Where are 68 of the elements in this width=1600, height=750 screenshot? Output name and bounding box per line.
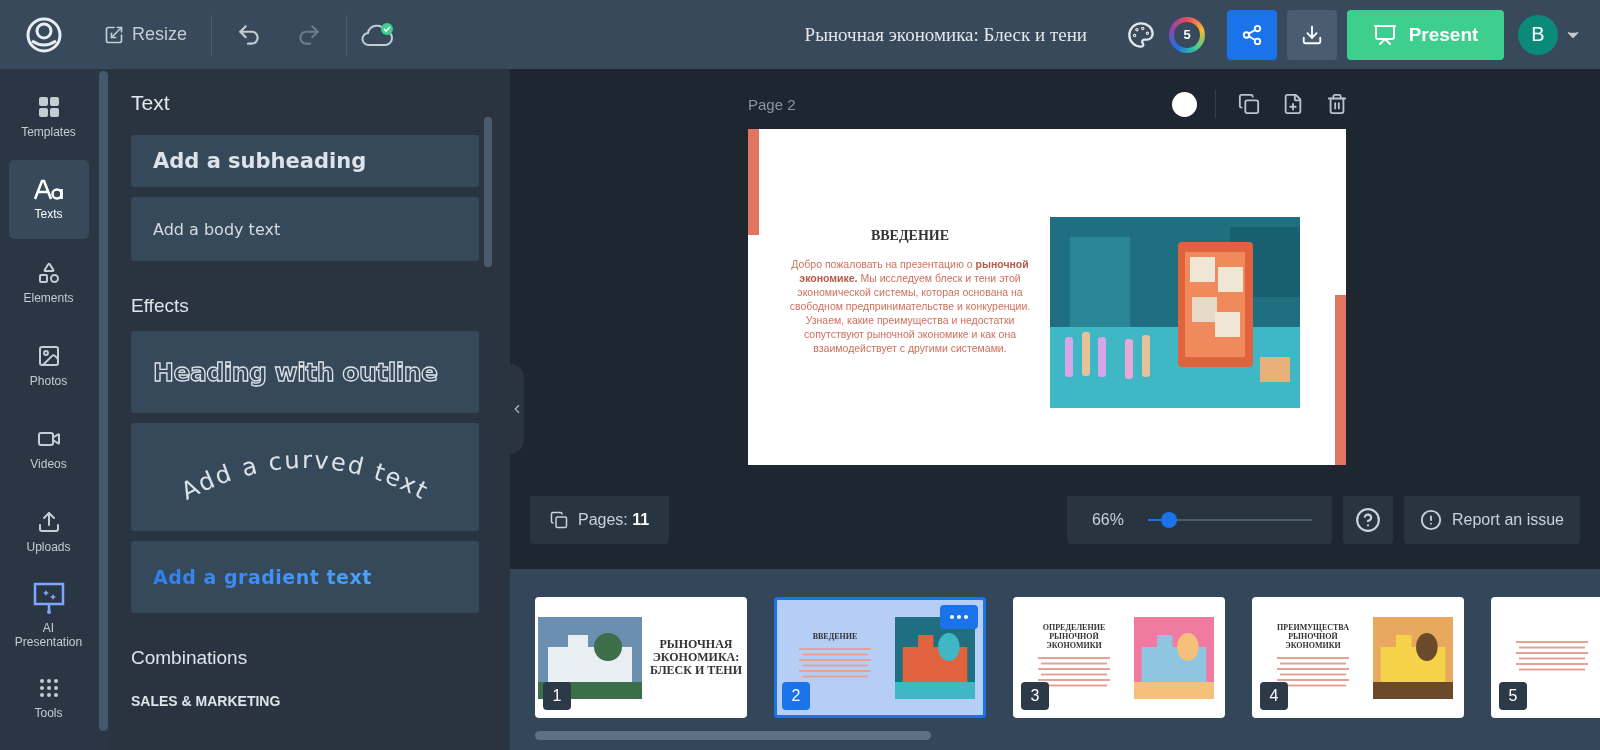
duplicate-icon[interactable] [1238,93,1260,115]
slider-thumb[interactable] [1161,511,1178,528]
scrollbar[interactable] [484,117,492,267]
download-button[interactable] [1287,9,1337,60]
page-number: 2 [782,682,810,710]
upload-icon [36,509,61,534]
zoom-reading: 66% [1091,510,1124,529]
delete-icon[interactable] [1326,93,1348,115]
slide-thumbnail[interactable]: РЫНОЧНАЯ ЭКОНОМИКА: БЛЕСК И ТЕНИ 1 [535,597,747,718]
slide-thumbnail[interactable]: 5 [1491,597,1600,718]
section-heading: Combinations [131,647,249,669]
curved-text-option[interactable]: Add a curved text [131,423,479,531]
body-text-option[interactable]: Add a body text [131,197,479,261]
presentation-board-icon [31,580,66,615]
sidebar-tab[interactable]: Photos [8,326,89,405]
shapes-icon [36,260,61,285]
page-number: 1 [543,682,571,710]
scrollbar[interactable] [99,71,108,731]
user-avatar[interactable]: B [1518,14,1558,55]
pages-icon [550,510,568,529]
curved-text: Add a curved text [170,442,440,512]
help-icon [1354,506,1381,533]
slide-title: РЫНОЧНАЯ ЭКОНОМИКА: БЛЕСК И ТЕНИ [649,637,743,678]
sidebar-tab[interactable]: Tools [8,658,89,737]
sidebar-tab[interactable]: Templates [8,77,89,156]
subheading-text-option[interactable]: Add a subheading [131,135,479,187]
sidebar-tab[interactable]: Texts [8,160,89,239]
panel-title: Text [131,91,171,115]
help-button[interactable] [1342,495,1393,544]
sidebar-tab[interactable]: AI Presentation [8,575,89,654]
page-number: 4 [1260,682,1288,710]
slide-title: ВВЕДЕНИЕ [812,633,858,642]
page-label: Page 2 [748,95,796,113]
slide-title: ВВЕДЕНИЕ [870,228,950,245]
cloud-saved-icon [361,20,396,49]
alert-icon [1419,508,1442,531]
share-icon [1241,23,1263,46]
document-title: Рыночная экономика: Блеск и тени [804,23,1087,46]
text-style-icon [33,178,64,201]
presentation-icon [1372,22,1397,47]
page-number: 5 [1499,682,1527,710]
scrollbar[interactable] [535,731,931,740]
page-number: 3 [1021,682,1049,710]
pages-button[interactable]: Pages: 11 [530,495,670,544]
section-heading: Effects [131,295,190,317]
image-icon [36,343,61,368]
slide-paragraph: Добро пожаловать на презентацию о рыночной экономике. Мы исследуем блеск и тени этой экономической системы, которая основана на свободном предпринимательстве и конкуренции. Узнаем, какие преимущества и недостатки сопутствуют рыночной экономике и как она взаимодействует с другими системами. [788,258,1032,356]
report-issue-button[interactable]: Report an issue [1403,495,1580,544]
resize-icon [104,24,124,45]
download-icon [1301,23,1323,46]
category-heading: SALES & MARKETING [131,693,282,709]
resize-button[interactable]: Resize [94,18,198,51]
grid-icon [36,94,61,119]
slide-thumbnail[interactable]: ОПРЕДЕЛЕНИЕ РЫНОЧНОЙ ЭКОНОМИКИ 3 [1013,597,1225,718]
collaborators-badge[interactable]: 5 [1169,16,1205,53]
outline-text-option[interactable]: Heading with outline [131,331,479,413]
share-button[interactable] [1227,9,1277,60]
background-color-swatch[interactable] [1172,91,1197,117]
slide-thumbnail[interactable]: ВВЕДЕНИЕ 2 [774,597,986,718]
sidebar-tab[interactable]: Uploads [8,492,89,571]
sidebar-tab[interactable]: Videos [8,409,89,488]
more-options-button[interactable] [940,605,978,629]
sidebar-tab[interactable]: Elements [8,243,89,322]
slide-thumbnail[interactable]: ПРЕИМУЩЕСТВА РЫНОЧНОЙ ЭКОНОМИКИ 4 [1252,597,1464,718]
slide-title: ПРЕИМУЩЕСТВА РЫНОЧНОЙ ЭКОНОМИКИ [1276,624,1350,651]
palette-icon[interactable] [1127,20,1155,49]
slide-title: ОПРЕДЕЛЕНИЕ РЫНОЧНОЙ ЭКОНОМИКИ [1041,624,1107,651]
add-page-icon[interactable] [1282,93,1304,115]
